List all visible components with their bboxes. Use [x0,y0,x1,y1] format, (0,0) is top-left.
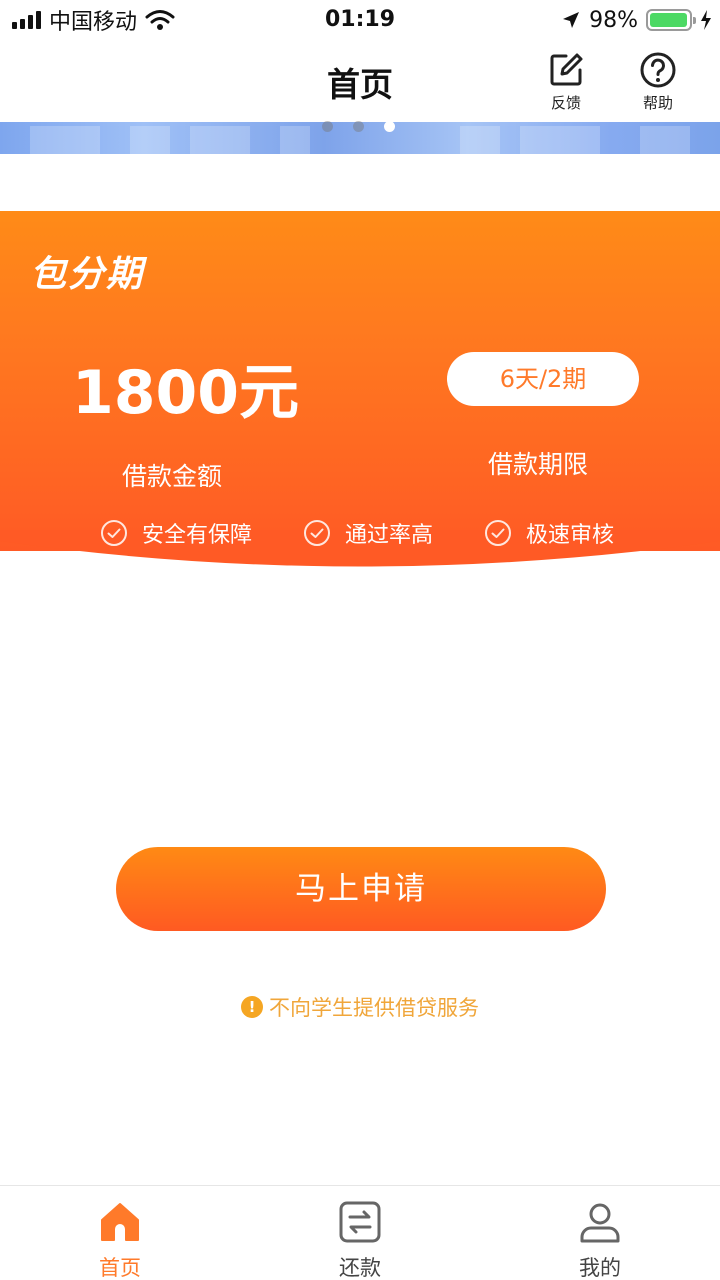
notice-text: 不向学生提供借贷服务 [269,996,479,1020]
feature-item: 极速审核 [484,517,614,549]
check-circle-icon [101,520,127,546]
help-label: 帮助 [642,94,673,112]
check-circle-icon [485,520,511,546]
carousel-dot[interactable] [322,121,333,132]
carousel-dot-active[interactable] [384,121,395,132]
charging-bolt-icon [701,10,711,30]
apply-now-button[interactable]: 马上申请 [116,847,606,931]
home-icon [101,1203,139,1241]
info-icon: ! [241,996,263,1018]
nav-bar: 首页 反馈 帮助 [0,40,720,122]
status-bar: 中国移动 01:19 98% [0,0,720,40]
repay-icon [339,1201,381,1243]
tab-bar: 首页 还款 我的 [0,1185,720,1280]
tab-label: 还款 [339,1256,381,1280]
feature-label: 安全有保障 [142,523,253,548]
help-button[interactable]: 帮助 [626,50,690,113]
student-notice: ! 不向学生提供借贷服务 [0,992,720,1022]
question-circle-icon [640,52,676,88]
brand-logo: 包分期 [30,254,145,295]
page-title: 首页 [327,65,393,104]
loan-amount-label: 借款金额 [122,462,223,491]
feature-label: 极速审核 [526,523,615,548]
user-icon [580,1203,620,1243]
carousel-dots [322,121,395,132]
feature-label: 通过率高 [345,523,434,548]
battery-icon [646,9,696,31]
tab-mine[interactable]: 我的 [540,1200,660,1280]
location-arrow-icon [563,12,580,28]
edit-icon [550,53,583,86]
feedback-button[interactable]: 反馈 [534,50,598,113]
carousel-dot[interactable] [353,121,364,132]
feedback-label: 反馈 [550,94,581,112]
tab-label: 首页 [99,1256,141,1280]
loan-amount: 1800元 [72,358,299,428]
status-right: 98% [561,6,712,34]
check-circle-icon [304,520,330,546]
feature-item: 通过率高 [303,517,433,549]
feature-list: 安全有保障 通过率高 极速审核 [0,517,720,551]
battery-percent: 98% [589,7,638,33]
feature-item: 安全有保障 [100,517,252,549]
loan-term-selector[interactable]: 6天/2期 [447,352,639,406]
tab-label: 我的 [579,1256,621,1280]
loan-term-label: 借款期限 [488,450,589,479]
battery-fill [650,13,688,27]
tab-repay[interactable]: 还款 [300,1200,420,1280]
tab-home[interactable]: 首页 [60,1200,180,1280]
